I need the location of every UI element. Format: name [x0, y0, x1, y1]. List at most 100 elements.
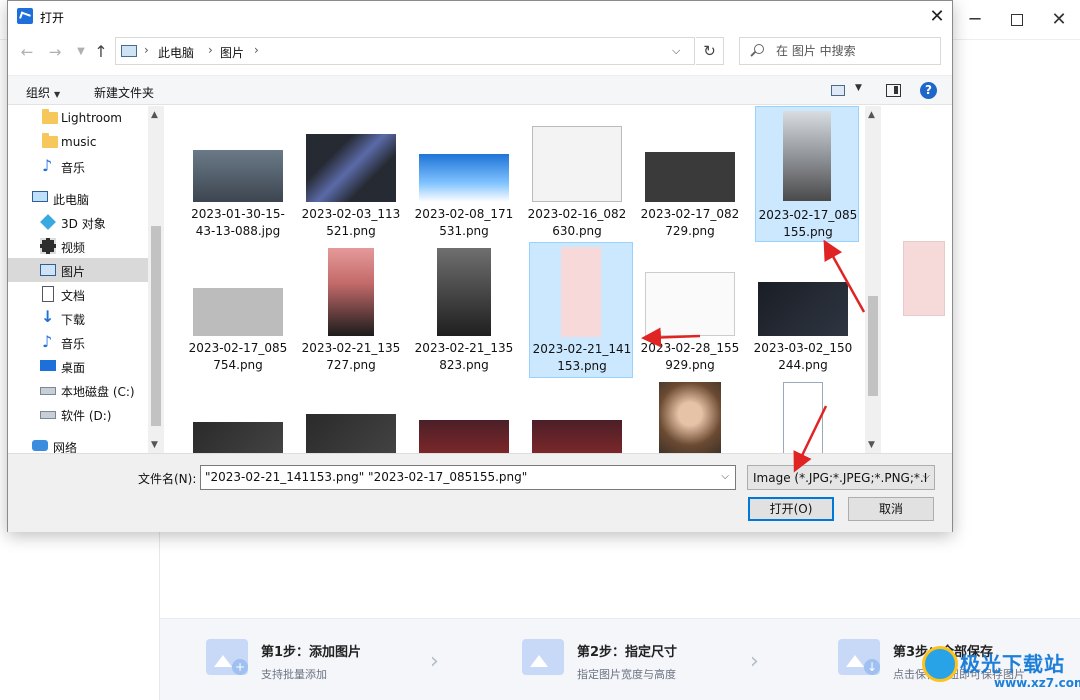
minimize-button[interactable]: ─: [958, 8, 992, 32]
forward-button[interactable]: →: [44, 41, 66, 63]
nav-item-documents[interactable]: 文档: [8, 282, 148, 306]
nav-label: 桌面: [61, 361, 86, 375]
toolbar: 组织 ▼ 新建文件夹 ▼ ?: [8, 75, 952, 105]
dialog-close-button[interactable]: ✕: [922, 3, 952, 31]
file-list-scrollbar[interactable]: ▲ ▼: [865, 106, 881, 453]
nav-item-music[interactable]: ♪ 音乐: [8, 154, 148, 178]
file-tile[interactable]: [299, 386, 403, 453]
file-tile[interactable]: [186, 386, 290, 453]
view-mode-icon[interactable]: [831, 85, 845, 96]
step-subtitle: 支持批量添加: [261, 668, 327, 681]
file-tile[interactable]: 2023-02-28_155 929.png: [638, 248, 742, 384]
nav-item-drive-d[interactable]: 软件 (D:): [8, 402, 148, 426]
chevron-right-icon[interactable]: ›: [208, 43, 213, 57]
file-type-value: Image (*.JPG;*.JPEG;*.PNG;*.I: [753, 471, 928, 485]
nav-item-network[interactable]: 网络: [8, 434, 148, 453]
up-button[interactable]: ↑: [90, 41, 112, 63]
file-tile[interactable]: 2023-03-02_150 244.png: [751, 248, 855, 384]
breadcrumb-pictures[interactable]: 图片: [220, 44, 244, 61]
image-thumbnail: [758, 282, 848, 336]
file-tile[interactable]: 2023-02-17_085 754.png: [186, 248, 290, 384]
dialog-titlebar[interactable]: 打开 ✕: [8, 1, 952, 33]
chevron-right-icon[interactable]: ›: [254, 43, 259, 57]
nav-item-3d-objects[interactable]: 3D 对象: [8, 210, 148, 234]
file-tile[interactable]: 2023-02-17_082 729.png: [638, 112, 742, 248]
image-thumbnail: [306, 414, 396, 453]
image-thumbnail: [532, 420, 622, 453]
nav-label: 3D 对象: [61, 217, 106, 231]
address-dropdown-icon[interactable]: ⌵: [672, 44, 680, 58]
nav-label: 软件 (D:): [61, 409, 112, 423]
recent-locations-button[interactable]: ▼: [70, 41, 92, 63]
file-tile[interactable]: [412, 386, 516, 453]
file-tile[interactable]: 2023-02-08_171 531.png: [412, 112, 516, 248]
file-tile-selected[interactable]: 2023-02-17_085 155.png: [755, 106, 859, 242]
filename-input[interactable]: "2023-02-21_141153.png" "2023-02-17_0851…: [200, 465, 736, 490]
chevron-down-icon[interactable]: ⌵: [721, 471, 729, 482]
breadcrumb-this-pc[interactable]: 此电脑: [158, 44, 194, 61]
scroll-down-icon[interactable]: ▼: [868, 440, 875, 450]
address-bar[interactable]: › 此电脑 › 图片 › ⌵: [115, 37, 695, 65]
nav-scrollbar-thumb[interactable]: [151, 226, 161, 426]
step-title: 第1步：添加图片: [261, 645, 362, 660]
refresh-button[interactable]: ↻: [696, 37, 724, 65]
folder-icon: [42, 133, 58, 148]
file-tile[interactable]: 2023-02-21_135 823.png: [412, 248, 516, 384]
navigation-pane: Lightroom music ♪ 音乐 此电脑 3D 对象 视频 图片 文档: [8, 106, 164, 453]
drive-icon: [40, 387, 56, 395]
file-tile[interactable]: [525, 386, 629, 453]
file-tile[interactable]: [638, 382, 742, 453]
watermark-url: www.xz7.com: [994, 676, 1080, 690]
file-tile[interactable]: 2023-02-16_082 630.png: [525, 112, 629, 248]
file-tile[interactable]: 2023-01-30-15- 43-13-088.jpg: [186, 112, 290, 248]
app-icon: [17, 8, 33, 24]
nav-item-music-2[interactable]: ♪ 音乐: [8, 330, 148, 354]
file-tile[interactable]: 2023-02-03_113 521.png: [299, 112, 403, 248]
file-tile[interactable]: 2023-02-21_135 727.png: [299, 248, 403, 384]
nav-item-desktop[interactable]: 桌面: [8, 354, 148, 378]
file-tile-selected[interactable]: 2023-02-21_141 153.png: [529, 242, 633, 378]
chevron-down-icon: ⌵: [922, 471, 930, 482]
nav-label: 下载: [61, 313, 86, 327]
chevron-right-icon[interactable]: ›: [144, 43, 149, 57]
filename-value: "2023-02-21_141153.png" "2023-02-17_0851…: [205, 470, 528, 484]
nav-item-music-folder[interactable]: music: [8, 130, 148, 154]
watermark: 极光下载站 www.xz7.com: [918, 640, 1080, 700]
organize-button[interactable]: 组织 ▼: [26, 84, 60, 101]
image-thumbnail: [419, 420, 509, 453]
close-app-button[interactable]: ✕: [1042, 8, 1076, 32]
maximize-button[interactable]: [1000, 8, 1034, 32]
file-list-scrollbar-thumb[interactable]: [868, 296, 878, 396]
image-thumbnail: [783, 111, 831, 201]
file-tile[interactable]: [751, 382, 855, 453]
preview-pane-icon[interactable]: [886, 84, 901, 97]
new-folder-button[interactable]: 新建文件夹: [94, 84, 154, 101]
desktop-icon: [40, 360, 56, 371]
nav-label: 网络: [53, 441, 78, 453]
file-type-select[interactable]: Image (*.JPG;*.JPEG;*.PNG;*.I ⌵: [747, 465, 935, 490]
network-icon: [32, 440, 48, 451]
nav-item-pictures[interactable]: 图片: [8, 258, 148, 282]
music-icon: ♪: [42, 156, 53, 175]
nav-item-downloads[interactable]: ↓ 下载: [8, 306, 148, 330]
open-button[interactable]: 打开(O): [748, 497, 834, 521]
scroll-up-icon[interactable]: ▲: [151, 110, 158, 120]
cancel-button[interactable]: 取消: [848, 497, 934, 521]
search-input[interactable]: [776, 43, 936, 59]
scroll-up-icon[interactable]: ▲: [868, 110, 875, 120]
computer-icon: [32, 191, 48, 202]
help-icon[interactable]: ?: [920, 82, 937, 99]
file-name: 2023-02-17_085 754.png: [188, 341, 288, 372]
back-button[interactable]: ←: [16, 41, 38, 63]
nav-item-videos[interactable]: 视频: [8, 234, 148, 258]
nav-item-lightroom[interactable]: Lightroom: [8, 106, 148, 130]
scroll-down-icon[interactable]: ▼: [151, 440, 158, 450]
folder-icon: [42, 109, 58, 124]
nav-item-this-pc[interactable]: 此电脑: [8, 186, 148, 210]
nav-item-drive-c[interactable]: 本地磁盘 (C:): [8, 378, 148, 402]
nav-scrollbar[interactable]: ▲ ▼: [148, 106, 164, 453]
view-dropdown-icon[interactable]: ▼: [855, 83, 862, 93]
file-name: 2023-02-03_113 521.png: [301, 207, 401, 238]
search-box[interactable]: [739, 37, 941, 65]
watermark-name: 极光下载站: [960, 652, 1065, 676]
